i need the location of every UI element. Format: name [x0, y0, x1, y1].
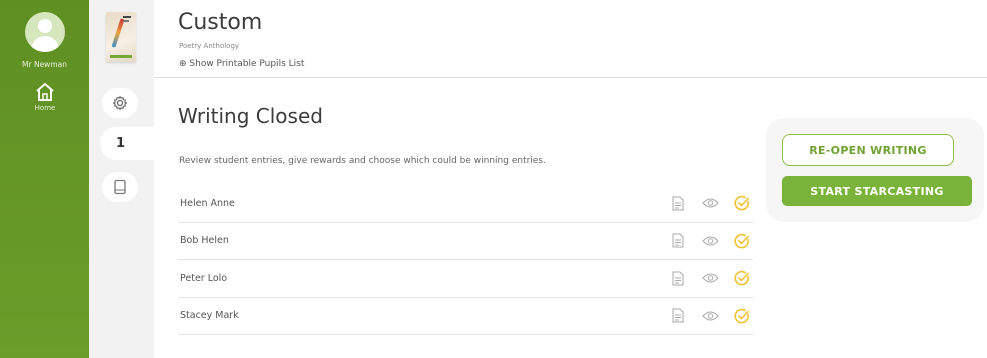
- check-circle-icon[interactable]: [733, 269, 751, 287]
- document-icon[interactable]: [669, 269, 687, 287]
- book-cover-thumbnail[interactable]: [106, 12, 136, 62]
- page-header: Custom Poetry Anthology ⊕ Show Printable…: [154, 0, 987, 78]
- tab-1[interactable]: 1: [100, 127, 154, 160]
- student-name: Peter Lolo: [180, 272, 228, 284]
- student-row: Peter Lolo: [178, 260, 753, 298]
- file-button[interactable]: [102, 172, 138, 202]
- user-avatar-icon[interactable]: [25, 12, 65, 52]
- writing-actions-panel: RE-OPEN WRITING START STARCASTING: [766, 118, 984, 222]
- student-name: Stacey Mark: [180, 310, 239, 322]
- settings-button[interactable]: [102, 88, 138, 118]
- user-name: Mr Newman: [22, 60, 67, 69]
- main-sidebar: Mr Newman Home: [0, 0, 89, 358]
- home-label: Home: [34, 104, 56, 112]
- student-name: Bob Helen: [180, 235, 229, 247]
- start-starcasting-button[interactable]: START STARCASTING: [782, 176, 972, 206]
- student-row: Bob Helen: [178, 223, 753, 260]
- page-subtitle: Poetry Anthology: [179, 42, 240, 50]
- check-circle-icon[interactable]: [733, 194, 751, 212]
- eye-icon[interactable]: [701, 269, 719, 287]
- document-icon[interactable]: [669, 232, 687, 250]
- eye-icon[interactable]: [701, 307, 719, 325]
- student-name: Helen Anne: [180, 197, 235, 209]
- home-button[interactable]: Home: [22, 82, 68, 126]
- gear-icon: [112, 95, 128, 111]
- instructions-text: Review student entries, give rewards and…: [179, 156, 546, 166]
- page-title: Custom: [178, 10, 263, 35]
- check-circle-icon[interactable]: [733, 307, 751, 325]
- student-row: Helen Anne: [178, 185, 753, 223]
- check-circle-icon[interactable]: [733, 232, 751, 250]
- file-icon: [114, 179, 126, 195]
- document-icon[interactable]: [669, 307, 687, 325]
- eye-icon[interactable]: [701, 232, 719, 250]
- show-printable-pupils-link[interactable]: ⊕ Show Printable Pupils List: [179, 59, 304, 69]
- eye-icon[interactable]: [701, 194, 719, 212]
- student-list: Helen Anne Bob Helen Peter Lolo Stacey M…: [178, 185, 753, 335]
- student-row: Stacey Mark: [178, 298, 753, 335]
- home-icon: [36, 83, 54, 101]
- reopen-writing-button[interactable]: RE-OPEN WRITING: [782, 134, 954, 166]
- document-icon[interactable]: [669, 194, 687, 212]
- section-title: Writing Closed: [178, 104, 323, 128]
